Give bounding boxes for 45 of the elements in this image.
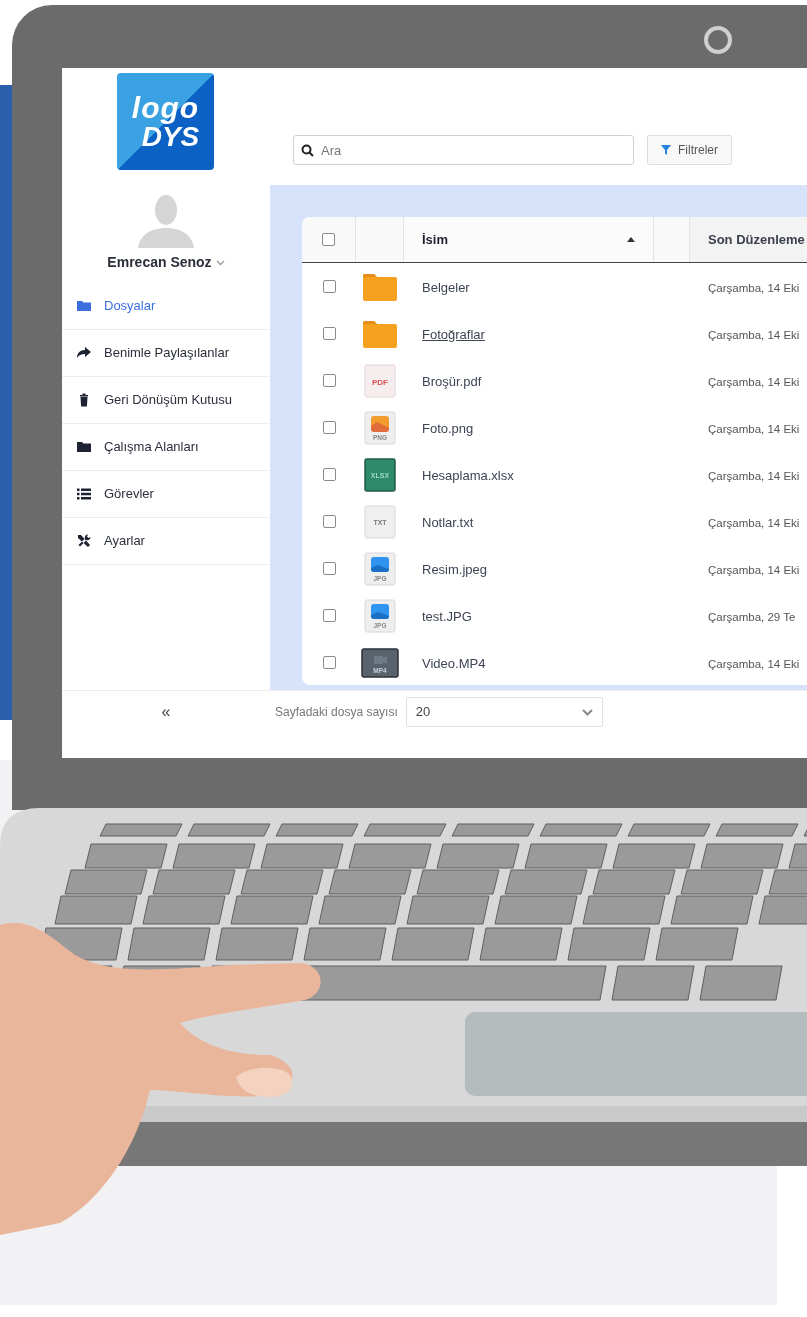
table-cell: Çarşamba, 14 Eki: [708, 422, 800, 435]
list-icon: [76, 486, 92, 502]
checkbox[interactable]: [322, 468, 336, 481]
logo-text: logo: [131, 92, 200, 123]
collapse-sidebar-button[interactable]: «: [157, 700, 175, 724]
checkbox[interactable]: [322, 515, 336, 528]
file-name-link[interactable]: Video.MP4: [422, 655, 486, 671]
file-name-link[interactable]: Foto.png: [422, 420, 474, 436]
table-cell: Çarşamba, 14 Eki: [708, 469, 800, 482]
chevron-down-icon: [581, 708, 593, 716]
user-name[interactable]: Emrecan Senoz: [107, 252, 212, 273]
table-cell: Çarşamba, 14 Eki: [708, 281, 800, 294]
checkbox[interactable]: [322, 656, 336, 669]
checkbox[interactable]: [322, 280, 336, 293]
table-cell: Çarşamba, 14 Eki: [708, 516, 800, 529]
checkbox[interactable]: [322, 233, 335, 246]
file-name-link[interactable]: Fotoğraflar: [422, 326, 485, 342]
checkbox[interactable]: [322, 374, 336, 387]
sort-ascending-icon: [627, 237, 635, 242]
page-size-dropdown[interactable]: 20: [405, 697, 603, 727]
folder-icon: [76, 298, 92, 314]
table-cell: Çarşamba, 14 Eki: [708, 375, 800, 388]
file-name-link[interactable]: Resim.jpeg: [422, 561, 488, 577]
folder-icon: [76, 439, 92, 455]
filter-button[interactable]: Filtreler: [647, 135, 732, 165]
pdf-file-icon: PDF: [364, 363, 396, 398]
file-name-link[interactable]: Broşür.pdf: [422, 373, 482, 389]
filter-icon: [661, 145, 671, 155]
chevron-down-icon[interactable]: [215, 259, 225, 266]
checkbox[interactable]: [322, 327, 336, 340]
file-name-link[interactable]: Notlar.txt: [422, 514, 474, 530]
column-header[interactable]: Son Düzenleme: [690, 217, 807, 262]
table-cell: Çarşamba, 14 Eki: [708, 563, 800, 576]
page-size-label: Sayfadaki dosya sayısı: [275, 704, 398, 721]
checkbox[interactable]: [322, 421, 336, 434]
file-name-link[interactable]: test.JPG: [422, 608, 472, 624]
file-name-link[interactable]: Belgeler: [422, 279, 470, 295]
checkbox[interactable]: [322, 609, 336, 622]
table-cell: Çarşamba, 29 Te: [708, 610, 796, 623]
checkbox[interactable]: [322, 562, 336, 575]
file-name-link[interactable]: Hesaplama.xlsx: [422, 467, 514, 483]
search-field[interactable]: Ara: [293, 135, 634, 165]
table-cell: Çarşamba, 14 Eki: [708, 657, 800, 670]
table-cell: Çarşamba, 14 Eki: [708, 328, 800, 341]
tools-icon: [76, 533, 92, 549]
